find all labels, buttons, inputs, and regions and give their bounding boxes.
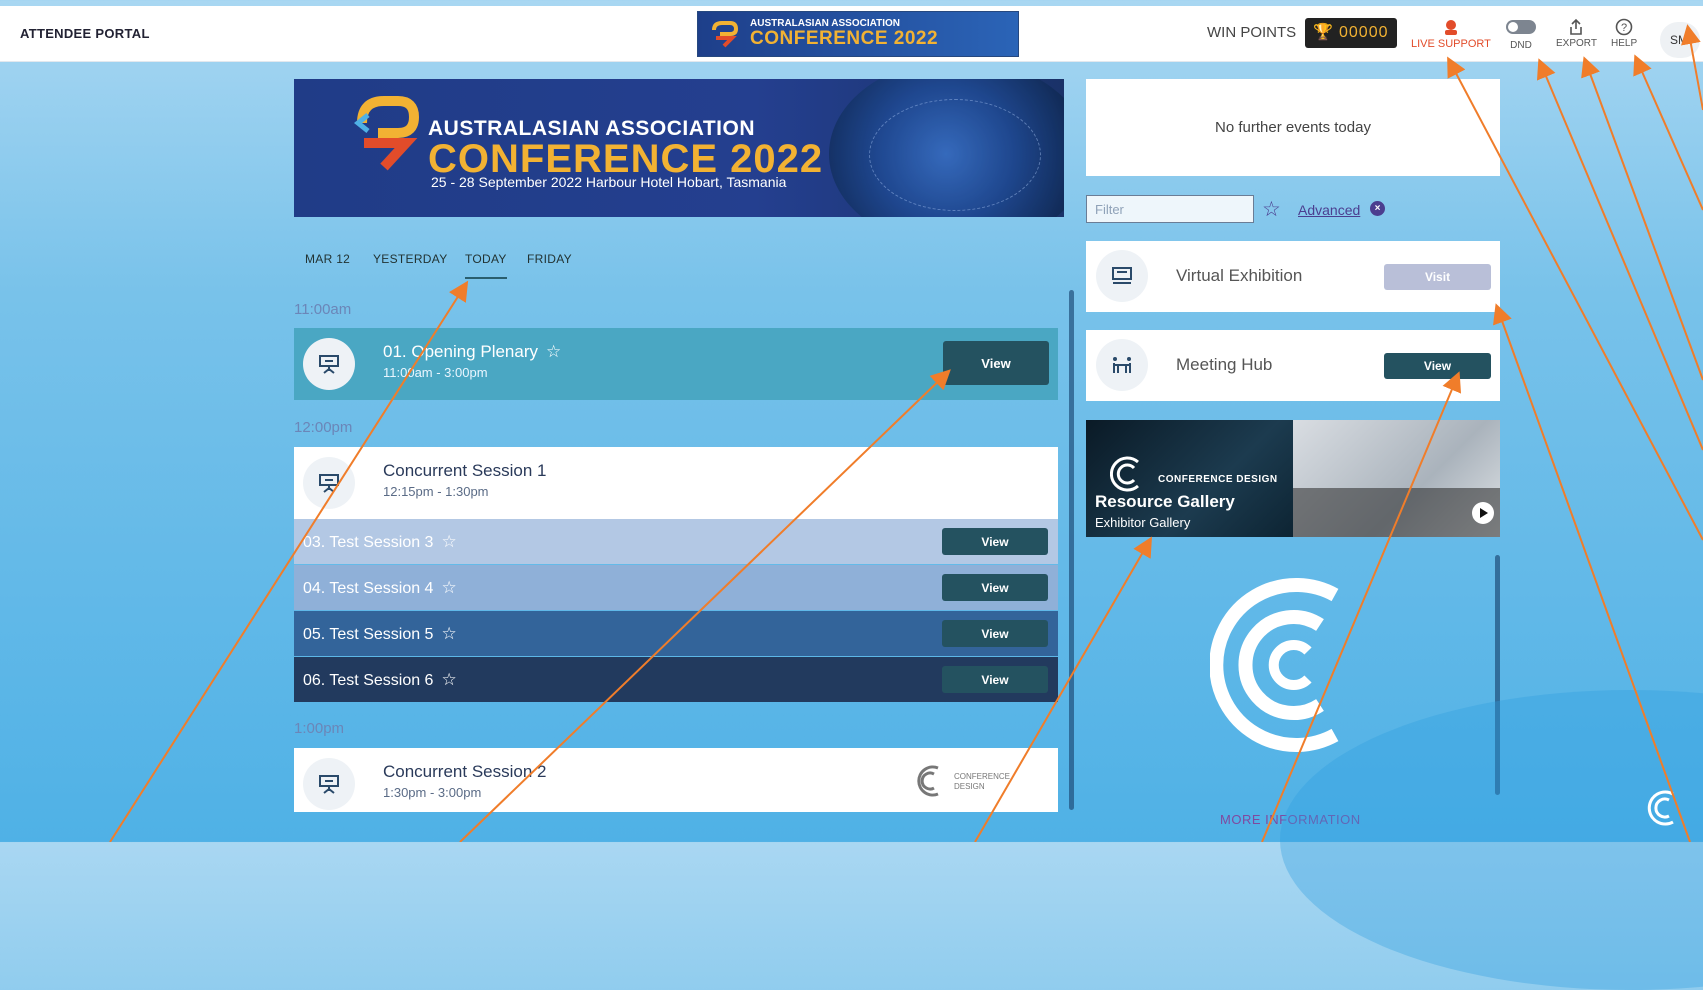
no-events-card: No further events today <box>1086 79 1500 176</box>
sub-session-row: 06. Test Session 6 ☆ View <box>294 657 1058 702</box>
arrow-to-dnd <box>1536 58 1703 451</box>
svg-text:?: ? <box>1621 22 1627 34</box>
presentation-icon <box>319 775 339 794</box>
sub-session-title: 03. Test Session 3 ☆ <box>303 532 457 552</box>
win-points-box[interactable]: 🏆 00000 <box>1305 18 1397 48</box>
star-icon[interactable]: ☆ <box>441 532 456 552</box>
time-header: 11:00am <box>294 301 352 318</box>
view-button[interactable]: View <box>943 341 1049 385</box>
question-icon: ? <box>1615 18 1633 36</box>
time-header: 12:00pm <box>294 419 353 436</box>
session-title: Concurrent Session 1 <box>383 461 547 480</box>
header-banner: AUSTRALASIAN ASSOCIATION CONFERENCE 2022 <box>697 11 1019 57</box>
star-icon[interactable]: ☆ <box>546 342 561 362</box>
star-icon[interactable]: ☆ <box>1262 197 1281 222</box>
win-points-label: WIN POINTS <box>1207 24 1297 41</box>
tab-yesterday[interactable]: YESTERDAY <box>373 252 448 266</box>
view-button[interactable]: View <box>942 574 1048 601</box>
top-bar: ATTENDEE PORTAL AUSTRALASIAN ASSOCIATION… <box>0 6 1703 62</box>
tab-mar-12[interactable]: MAR 12 <box>305 252 350 266</box>
headset-icon <box>1444 20 1457 35</box>
booth-icon <box>1112 267 1132 284</box>
gallery-image-right <box>1293 420 1500 537</box>
live-support-button[interactable]: LIVE SUPPORT <box>1411 18 1491 50</box>
tab-friday[interactable]: FRIDAY <box>527 252 572 266</box>
dnd-label: DND <box>1510 40 1532 51</box>
session-icon-circle <box>303 338 355 390</box>
virtual-exhibition-card: Virtual Exhibition Visit <box>1086 241 1500 312</box>
sub-session-row: 04. Test Session 4 ☆ View <box>294 565 1058 610</box>
presentation-icon <box>319 355 339 374</box>
globe-graphic <box>829 79 1064 217</box>
gallery-brand: CONFERENCE DESIGN <box>1158 474 1278 485</box>
sub-session-title: 06. Test Session 6 ☆ <box>303 670 457 690</box>
conference-design-logo-icon <box>917 765 939 797</box>
header-banner-line2: CONFERENCE 2022 <box>750 28 939 49</box>
meeting-hub-label: Meeting Hub <box>1176 355 1273 374</box>
export-button[interactable]: EXPORT <box>1556 18 1597 49</box>
sub-session-row: 03. Test Session 3 ☆ View <box>294 519 1058 564</box>
help-label: HELP <box>1611 38 1638 49</box>
advanced-link[interactable]: Advanced <box>1298 202 1360 218</box>
session-time: 12:15pm - 1:30pm <box>383 484 489 499</box>
gallery-title: Resource Gallery <box>1095 492 1235 511</box>
card-icon-circle <box>1096 250 1148 302</box>
conference-design-big-logo-icon <box>1210 578 1339 752</box>
conference-logo-icon <box>712 21 738 48</box>
session-title: Concurrent Session 2 <box>383 762 547 781</box>
star-icon[interactable]: ☆ <box>441 578 456 598</box>
export-label: EXPORT <box>1556 38 1597 49</box>
play-icon[interactable] <box>1472 502 1494 524</box>
help-button[interactable]: ? HELP <box>1611 18 1637 49</box>
conference-design-corner-icon[interactable] <box>1645 788 1679 828</box>
banner-line3: 25 - 28 September 2022 Harbour Hotel Hob… <box>431 174 787 190</box>
conference-design-logo-text: CONFERENCE DESIGN <box>954 772 1011 791</box>
view-button[interactable]: View <box>942 528 1048 555</box>
no-events-text: No further events today <box>1215 119 1371 136</box>
resource-gallery-card[interactable]: CONFERENCE DESIGN Resource Gallery Exhib… <box>1086 420 1500 537</box>
people-table-icon <box>1113 357 1131 373</box>
time-header: 1:00pm <box>294 720 345 737</box>
star-icon[interactable]: ☆ <box>441 670 456 690</box>
gallery-subtitle: Exhibitor Gallery <box>1095 515 1191 530</box>
session-row-concurrent-2: Concurrent Session 2 1:30pm - 3:00pm CON… <box>294 748 1058 812</box>
tab-today[interactable]: TODAY <box>465 252 507 279</box>
conference-banner: AUSTRALASIAN ASSOCIATION CONFERENCE 2022… <box>294 79 1064 217</box>
meeting-hub-card: Meeting Hub View <box>1086 330 1500 401</box>
arrow-to-help <box>1633 54 1703 211</box>
close-circle-icon[interactable]: × <box>1370 201 1385 216</box>
view-button[interactable]: View <box>942 620 1048 647</box>
portal-title: ATTENDEE PORTAL <box>20 26 150 41</box>
session-icon-circle <box>303 457 355 509</box>
presentation-icon <box>319 474 339 493</box>
visit-button[interactable]: Visit <box>1384 264 1491 290</box>
card-icon-circle <box>1096 339 1148 391</box>
session-icon-circle <box>303 758 355 810</box>
session-time: 11:00am - 3:00pm <box>383 365 488 380</box>
avatar[interactable]: SM <box>1660 22 1700 58</box>
schedule-scrollbar[interactable] <box>1069 290 1074 810</box>
trophy-icon: 🏆 <box>1313 24 1333 41</box>
dnd-toggle[interactable]: DND <box>1506 18 1536 51</box>
view-button[interactable]: View <box>1384 353 1491 379</box>
session-title: 01. Opening Plenary ☆ <box>383 342 562 362</box>
conference-logo-icon <box>354 96 420 171</box>
view-button[interactable]: View <box>942 666 1048 693</box>
sub-session-title: 05. Test Session 5 ☆ <box>303 624 457 644</box>
share-icon <box>1570 18 1583 35</box>
virtual-exhibition-label: Virtual Exhibition <box>1176 266 1303 285</box>
sub-session-row: 05. Test Session 5 ☆ View <box>294 611 1058 656</box>
toggle-icon <box>1506 20 1536 34</box>
star-icon[interactable]: ☆ <box>441 624 456 644</box>
sub-session-title: 04. Test Session 4 ☆ <box>303 578 457 598</box>
session-row-concurrent-1: Concurrent Session 1 12:15pm - 1:30pm <box>294 447 1058 519</box>
arrow-to-export <box>1581 56 1703 381</box>
live-support-label: LIVE SUPPORT <box>1411 38 1491 50</box>
conference-design-logo-icon <box>1110 456 1139 492</box>
session-time: 1:30pm - 3:00pm <box>383 785 482 800</box>
win-points-value: 00000 <box>1339 24 1389 41</box>
filter-input[interactable] <box>1086 195 1254 223</box>
session-row-opening-plenary: 01. Opening Plenary ☆ 11:00am - 3:00pm Vi… <box>294 328 1058 400</box>
